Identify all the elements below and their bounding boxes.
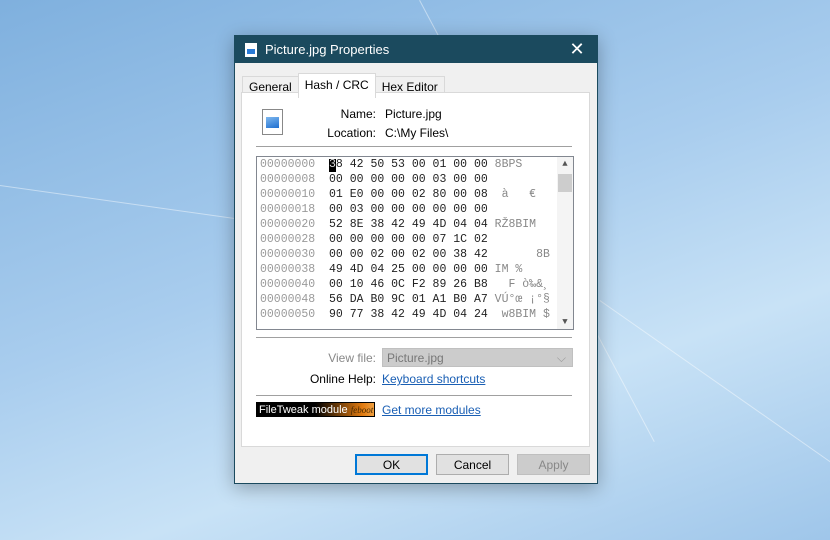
hex-bytes[interactable]: 00 00 00 00 00 07 1C 02 bbox=[329, 233, 488, 246]
view-file-select[interactable]: Picture.jpg ⌵ bbox=[382, 348, 573, 367]
ok-button[interactable]: OK bbox=[355, 454, 428, 475]
hex-offset: 00000030 bbox=[260, 248, 316, 261]
hex-bytes[interactable]: 38 42 50 53 00 01 00 00 bbox=[329, 158, 488, 171]
hex-row[interactable]: 00000038 49 4D 04 25 00 00 00 00 IM % bbox=[257, 262, 573, 277]
hex-ascii: RŽ8BIM bbox=[494, 218, 537, 231]
image-file-icon bbox=[262, 109, 283, 135]
hex-bytes[interactable]: 00 00 00 00 00 03 00 00 bbox=[329, 173, 488, 186]
location-label: Location: bbox=[327, 126, 376, 140]
hex-row[interactable]: 00000010 01 E0 00 00 02 80 00 08 à € bbox=[257, 187, 573, 202]
wallpaper-streak bbox=[599, 300, 830, 473]
hex-offset: 00000038 bbox=[260, 263, 316, 276]
hex-view[interactable]: 00000000 38 42 50 53 00 01 00 00 8BPS 000… bbox=[256, 156, 574, 330]
scrollbar[interactable]: ▲ ▼ bbox=[557, 157, 573, 329]
hex-ascii: VÚ°œ ¡°§ bbox=[494, 293, 550, 306]
title-bar[interactable]: Picture.jpg Properties ✕ bbox=[235, 36, 597, 63]
divider bbox=[256, 337, 572, 338]
hex-bytes[interactable]: 00 10 46 0C F2 89 26 B8 bbox=[329, 278, 488, 291]
module-badge-text: FileTweak module bbox=[259, 404, 348, 416]
hex-offset: 00000000 bbox=[260, 158, 316, 171]
brand-logo: feboot bbox=[350, 405, 374, 415]
hex-ascii: à € bbox=[494, 188, 537, 201]
cancel-button[interactable]: Cancel bbox=[436, 454, 509, 475]
hex-row[interactable]: 00000050 90 77 38 42 49 4D 04 24 w8BIM $ bbox=[257, 307, 573, 322]
hex-row[interactable]: 00000020 52 8E 38 42 49 4D 04 04 RŽ8BIM bbox=[257, 217, 573, 232]
hex-bytes[interactable]: 52 8E 38 42 49 4D 04 04 bbox=[329, 218, 488, 231]
hex-ascii: 8BPS bbox=[494, 158, 523, 171]
scroll-thumb[interactable] bbox=[558, 174, 572, 192]
tab-hash-crc[interactable]: Hash / CRC bbox=[297, 73, 376, 98]
hex-bytes[interactable]: 00 00 02 00 02 00 38 42 bbox=[329, 248, 488, 261]
hex-offset: 00000010 bbox=[260, 188, 316, 201]
hex-offset: 00000050 bbox=[260, 308, 316, 321]
view-file-label: View file: bbox=[328, 351, 376, 365]
hex-bytes[interactable]: 01 E0 00 00 02 80 00 08 bbox=[329, 188, 488, 201]
online-help-label: Online Help: bbox=[309, 372, 376, 386]
hex-offset: 00000048 bbox=[260, 293, 316, 306]
hex-offset: 00000020 bbox=[260, 218, 316, 231]
name-value: Picture.jpg bbox=[385, 107, 442, 121]
hex-bytes[interactable]: 90 77 38 42 49 4D 04 24 bbox=[329, 308, 488, 321]
chevron-down-icon: ⌵ bbox=[556, 351, 566, 365]
filetweak-module-badge: FileTweak module feboot bbox=[256, 402, 375, 417]
hex-offset: 00000028 bbox=[260, 233, 316, 246]
hex-row[interactable]: 00000028 00 00 00 00 00 07 1C 02 bbox=[257, 232, 573, 247]
hex-bytes[interactable]: 56 DA B0 9C 01 A1 B0 A7 bbox=[329, 293, 488, 306]
tab-panel: Name: Picture.jpg Location: C:\My Files\… bbox=[241, 92, 590, 447]
hex-row[interactable]: 00000030 00 00 02 00 02 00 38 42 8B bbox=[257, 247, 573, 262]
divider bbox=[256, 395, 572, 396]
keyboard-shortcuts-link[interactable]: Keyboard shortcuts bbox=[382, 372, 485, 386]
location-value: C:\My Files\ bbox=[385, 126, 449, 140]
hex-offset: 00000008 bbox=[260, 173, 316, 186]
divider bbox=[256, 146, 572, 147]
hex-row[interactable]: 00000048 56 DA B0 9C 01 A1 B0 A7 VÚ°œ ¡°… bbox=[257, 292, 573, 307]
image-file-icon bbox=[245, 42, 257, 57]
hex-ascii: w8BIM $ bbox=[494, 308, 550, 321]
hex-ascii: F ò‰&¸ bbox=[494, 278, 550, 291]
apply-button[interactable]: Apply bbox=[517, 454, 590, 475]
hex-offset: 00000018 bbox=[260, 203, 316, 216]
hex-row[interactable]: 00000008 00 00 00 00 00 03 00 00 bbox=[257, 172, 573, 187]
name-label: Name: bbox=[340, 107, 376, 121]
hex-ascii: 8B bbox=[494, 248, 550, 261]
hex-row[interactable]: 00000000 38 42 50 53 00 01 00 00 8BPS bbox=[257, 157, 573, 172]
hex-ascii: IM % bbox=[494, 263, 523, 276]
hex-bytes[interactable]: 49 4D 04 25 00 00 00 00 bbox=[329, 263, 488, 276]
scroll-down-icon[interactable]: ▼ bbox=[557, 317, 573, 327]
window-title: Picture.jpg Properties bbox=[265, 42, 390, 57]
hex-offset: 00000040 bbox=[260, 278, 316, 291]
hex-row[interactable]: 00000018 00 03 00 00 00 00 00 00 bbox=[257, 202, 573, 217]
hex-bytes[interactable]: 00 03 00 00 00 00 00 00 bbox=[329, 203, 488, 216]
properties-dialog: Picture.jpg Properties ✕ General Hash / … bbox=[234, 35, 598, 484]
close-button[interactable]: ✕ bbox=[557, 39, 597, 60]
view-file-value: Picture.jpg bbox=[387, 351, 444, 365]
hex-row[interactable]: 00000040 00 10 46 0C F2 89 26 B8 F ò‰&¸ bbox=[257, 277, 573, 292]
scroll-up-icon[interactable]: ▲ bbox=[557, 159, 573, 169]
get-more-modules-link[interactable]: Get more modules bbox=[382, 403, 481, 417]
